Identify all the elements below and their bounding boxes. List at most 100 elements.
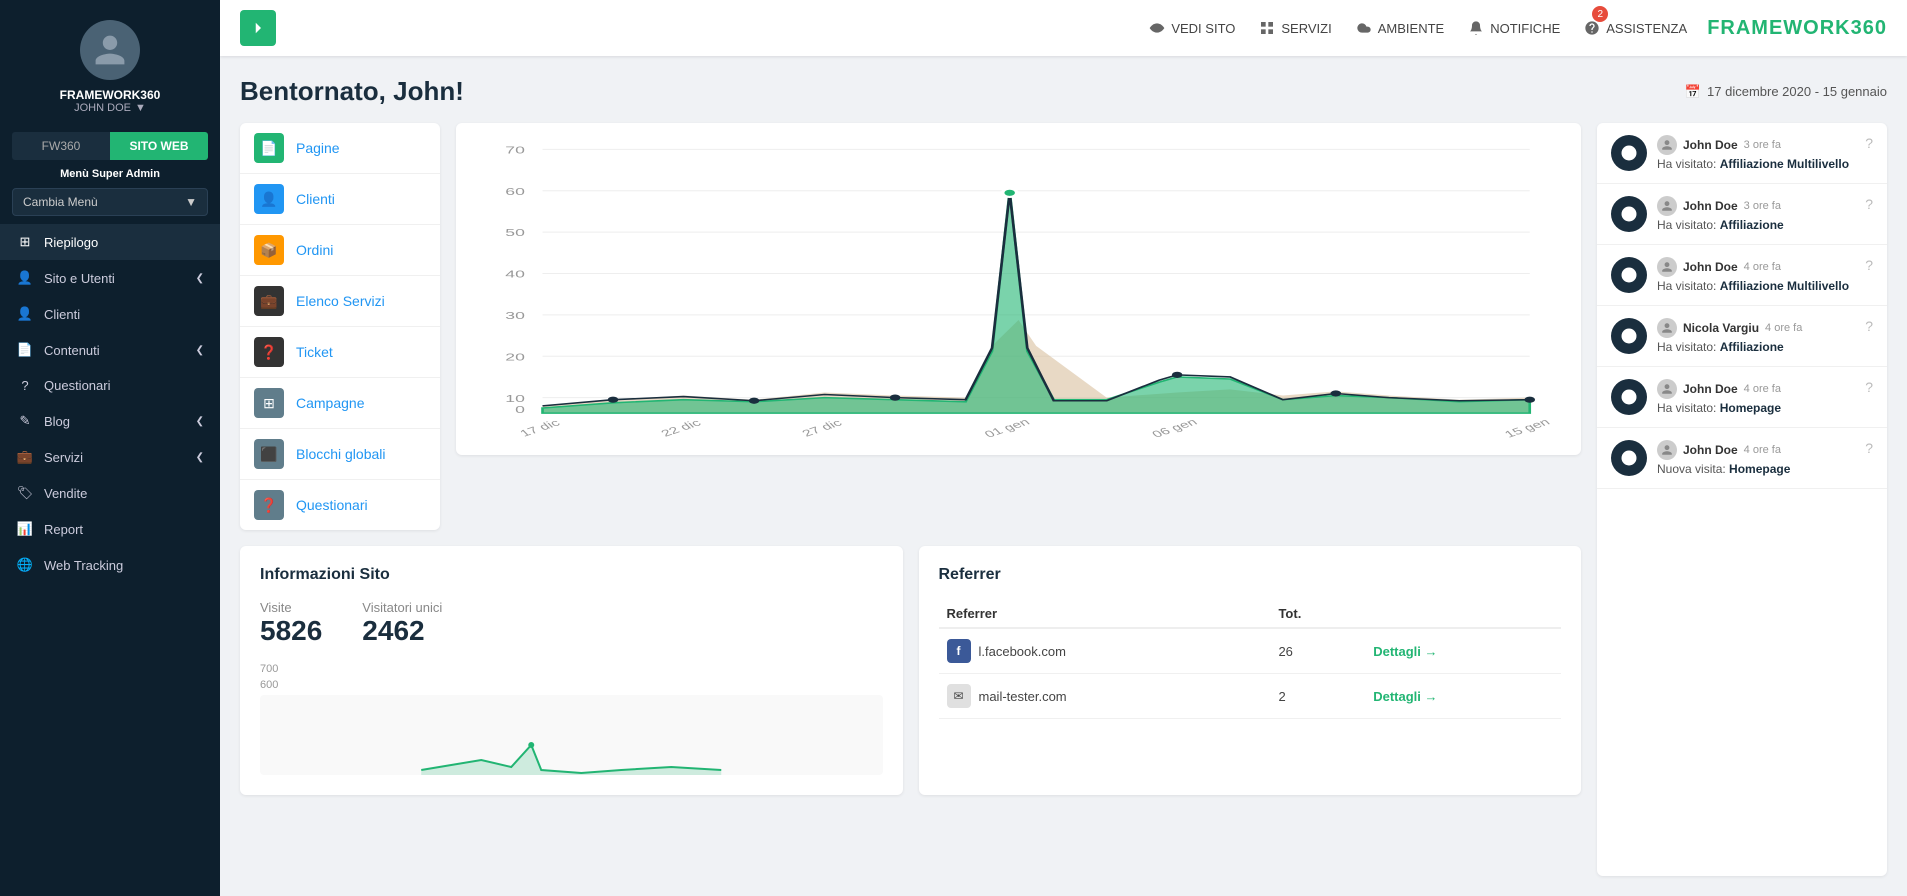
- ambiente-button[interactable]: AMBIENTE: [1356, 20, 1444, 36]
- main-area: VEDI SITO SERVIZI AMBIENTE NOTIFICHE 2 A…: [220, 0, 1907, 896]
- mini-chart: [260, 695, 883, 775]
- svg-text:10: 10: [505, 393, 525, 404]
- globe-icon-3: [1611, 318, 1647, 354]
- globe-icon-2: [1611, 257, 1647, 293]
- activity-time-2: 4 ore fa: [1744, 261, 1781, 273]
- blocchi-globali-icon: ⬛: [254, 439, 284, 469]
- left-column: 📄 Pagine 👤 Clienti 📦 Ordini 💼: [240, 123, 1581, 876]
- visite-value: 5826: [260, 615, 322, 647]
- globe-icon-4: [1611, 379, 1647, 415]
- table-row: ✉ mail-tester.com 2 Dettagli →: [939, 674, 1562, 719]
- sidebar-nav: ⊞ Riepilogo 👤 Sito e Utenti ❮ 👤 Clienti …: [0, 224, 220, 896]
- sidebar-item-contenuti[interactable]: 📄 Contenuti ❮: [0, 332, 220, 368]
- assistenza-button[interactable]: 2 ASSISTENZA: [1584, 20, 1687, 36]
- referrer-dettagli-0[interactable]: Dettagli →: [1373, 644, 1553, 659]
- ordini-icon: 📦: [254, 235, 284, 265]
- help-icon-3[interactable]: ?: [1865, 318, 1873, 334]
- help-icon-5[interactable]: ?: [1865, 440, 1873, 456]
- question-icon: ?: [16, 378, 34, 393]
- sidebar-item-vendite[interactable]: 🏷 Vendite: [0, 475, 220, 511]
- activity-time-5: 4 ore fa: [1744, 444, 1781, 456]
- quick-link-ticket[interactable]: ❓ Ticket: [240, 327, 440, 378]
- dashboard-columns: 📄 Pagine 👤 Clienti 📦 Ordini 💼: [240, 123, 1887, 876]
- ticket-icon: ❓: [254, 337, 284, 367]
- sidebar-item-clienti[interactable]: 👤 Clienti: [0, 296, 220, 332]
- sidebar-item-servizi[interactable]: 💼 Servizi ❮: [0, 439, 220, 475]
- campagne-icon: ⊞: [254, 388, 284, 418]
- activity-time-1: 3 ore fa: [1744, 200, 1781, 212]
- quick-link-elenco-servizi[interactable]: 💼 Elenco Servizi: [240, 276, 440, 327]
- user-avatar-0: [1657, 135, 1677, 155]
- visitatori-value: 2462: [362, 615, 442, 647]
- activity-user-name-4: John Doe: [1683, 382, 1738, 396]
- help-icon-1[interactable]: ?: [1865, 196, 1873, 212]
- go-to-site-button[interactable]: [240, 10, 276, 46]
- sidebar-item-riepilogo[interactable]: ⊞ Riepilogo: [0, 224, 220, 260]
- activity-feed: John Doe 3 ore fa Ha visitato: Affiliazi…: [1597, 123, 1887, 876]
- svg-text:22 dic: 22 dic: [658, 417, 704, 439]
- info-stats: Visite 5826 Visitatori unici 2462: [260, 600, 883, 647]
- chart-svg: 70 60 50 40 30 20 10 0: [472, 139, 1565, 439]
- svg-text:0: 0: [515, 405, 525, 416]
- sidebar-role[interactable]: JOHN DOE ▼: [74, 102, 146, 114]
- email-icon: ✉: [947, 684, 971, 708]
- tab-fw360[interactable]: FW360: [12, 132, 110, 160]
- facebook-icon: f: [947, 639, 971, 663]
- sidebar-profile: FRAMEWORK360 JOHN DOE ▼: [0, 0, 220, 124]
- blog-icon: ✎: [16, 413, 34, 429]
- quick-link-clienti[interactable]: 👤 Clienti: [240, 174, 440, 225]
- quick-links: 📄 Pagine 👤 Clienti 📦 Ordini 💼: [240, 123, 440, 530]
- page-title: Bentornato, John!: [240, 76, 464, 107]
- quick-link-blocchi-globali[interactable]: ⬛ Blocchi globali: [240, 429, 440, 480]
- sidebar-item-web-tracking[interactable]: 🌐 Web Tracking: [0, 547, 220, 583]
- user-avatar-3: [1657, 318, 1677, 338]
- help-icon-2[interactable]: ?: [1865, 257, 1873, 273]
- info-sito-title: Informazioni Sito: [260, 566, 883, 584]
- chevron-right-icon: ❮: [196, 273, 204, 284]
- activity-item-3: Nicola Vargiu 4 ore fa Ha visitato: Affi…: [1597, 306, 1887, 367]
- svg-text:15 gen: 15 gen: [1501, 416, 1552, 439]
- activity-item-2: John Doe 4 ore fa Ha visitato: Affiliazi…: [1597, 245, 1887, 306]
- table-row: f l.facebook.com 26 Dettagli →: [939, 628, 1562, 674]
- pagine-icon: 📄: [254, 133, 284, 163]
- svg-text:30: 30: [505, 310, 525, 321]
- sidebar-item-blog[interactable]: ✎ Blog ❮: [0, 403, 220, 439]
- svg-text:40: 40: [505, 269, 525, 280]
- vedi-sito-button[interactable]: VEDI SITO: [1149, 20, 1235, 36]
- referrer-dettagli-1[interactable]: Dettagli →: [1373, 689, 1553, 704]
- referrer-col-header: Referrer: [939, 600, 1271, 628]
- help-icon-4[interactable]: ?: [1865, 379, 1873, 395]
- quick-link-pagine[interactable]: 📄 Pagine: [240, 123, 440, 174]
- sidebar-username: FRAMEWORK360: [60, 88, 161, 102]
- servizi-button[interactable]: SERVIZI: [1259, 20, 1331, 36]
- quick-link-ordini[interactable]: 📦 Ordini: [240, 225, 440, 276]
- globe-icon-1: [1611, 196, 1647, 232]
- user-avatar-5: [1657, 440, 1677, 460]
- activity-time-0: 3 ore fa: [1744, 139, 1781, 151]
- quick-link-questionari[interactable]: ❓ Questionari: [240, 480, 440, 530]
- file-icon: 📄: [16, 342, 34, 358]
- chevron-right-icon-3: ❮: [196, 416, 204, 427]
- notifiche-button[interactable]: NOTIFICHE: [1468, 20, 1560, 36]
- svg-text:27 dic: 27 dic: [799, 417, 845, 439]
- sidebar-item-sito-utenti[interactable]: 👤 Sito e Utenti ❮: [0, 260, 220, 296]
- svg-text:60: 60: [505, 186, 525, 197]
- cambia-menu-dropdown[interactable]: Cambia Menù ▼: [12, 188, 208, 216]
- brand-logo: FRAMEWORK360: [1707, 17, 1887, 40]
- quick-link-campagne[interactable]: ⊞ Campagne: [240, 378, 440, 429]
- help-icon-0[interactable]: ?: [1865, 135, 1873, 151]
- bottom-row: Informazioni Sito Visite 5826 Visitatori…: [240, 546, 1581, 795]
- user-avatar-4: [1657, 379, 1677, 399]
- content-area: Bentornato, John! 📅 17 dicembre 2020 - 1…: [220, 56, 1907, 896]
- chart-icon: 📊: [16, 521, 34, 537]
- briefcase-icon: 💼: [16, 449, 34, 465]
- activity-item-4: John Doe 4 ore fa Ha visitato: Homepage …: [1597, 367, 1887, 428]
- tab-sito-web[interactable]: SITO WEB: [110, 132, 208, 160]
- activity-item-0: John Doe 3 ore fa Ha visitato: Affiliazi…: [1597, 123, 1887, 184]
- svg-text:17 dic: 17 dic: [517, 417, 563, 439]
- sidebar-item-report[interactable]: 📊 Report: [0, 511, 220, 547]
- menu-label: Menù Super Admin: [0, 160, 220, 184]
- date-range: 📅 17 dicembre 2020 - 15 gennaio: [1685, 84, 1887, 100]
- sidebar-item-questionari[interactable]: ? Questionari: [0, 368, 220, 403]
- svg-text:50: 50: [505, 228, 525, 239]
